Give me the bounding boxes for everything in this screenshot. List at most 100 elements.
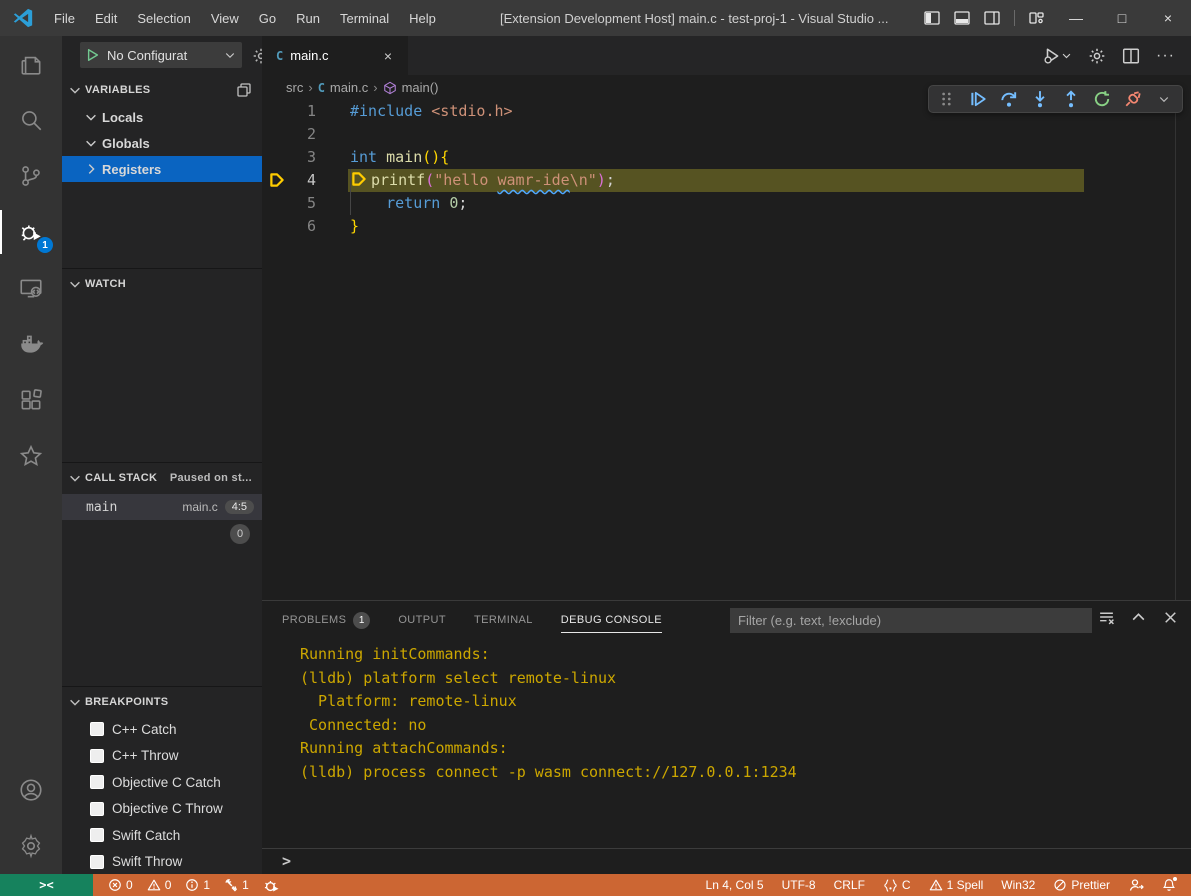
variables-row-globals[interactable]: Globals [62, 130, 262, 156]
toolbar-chevron[interactable] [1154, 89, 1174, 109]
breakpoint-row[interactable]: C++ Catch [62, 716, 262, 742]
menu-terminal[interactable]: Terminal [330, 0, 399, 36]
collapse-all-icon[interactable] [236, 82, 252, 98]
editor-scrollbar-border [1175, 100, 1176, 600]
minimize-button[interactable]: — [1053, 0, 1099, 36]
toggle-sidebar-icon[interactable] [924, 10, 940, 26]
status-item-prettier[interactable]: Prettier [1044, 874, 1119, 896]
breakpoint-row[interactable]: Objective C Catch [62, 769, 262, 795]
activity-run-debug-icon[interactable]: 1 [0, 204, 62, 260]
breakpoint-row[interactable]: Swift Throw [62, 849, 262, 875]
activity-accounts-icon[interactable] [0, 762, 62, 818]
breakpoint-checkbox[interactable] [90, 855, 104, 869]
activity-docker-icon[interactable] [0, 316, 62, 372]
status-item-debug-status-icon[interactable] [256, 874, 287, 896]
menu-selection[interactable]: Selection [127, 0, 200, 36]
tab-close-icon[interactable]: × [378, 46, 398, 66]
run-or-debug-button[interactable] [1043, 47, 1072, 65]
more-actions-icon[interactable]: ··· [1156, 47, 1175, 65]
launch-config-gear-icon[interactable] [252, 47, 262, 65]
call-stack-frame[interactable]: main main.c 4:5 [62, 494, 262, 520]
status-item-1-spell[interactable]: 1 Spell [920, 874, 993, 896]
status-item-ln-4-col-5[interactable]: Ln 4, Col 5 [697, 874, 773, 896]
step-over-button[interactable] [999, 89, 1019, 109]
window-title: [Extension Development Host] main.c - te… [500, 0, 888, 36]
chevron-down-icon [84, 110, 98, 124]
console-filter-input[interactable] [730, 608, 1092, 633]
activity-star-icon[interactable] [0, 428, 62, 484]
activity-settings-icon[interactable] [0, 818, 62, 874]
panel-tab-problems[interactable]: PROBLEMS1 [282, 601, 370, 639]
breakpoint-row[interactable]: C++ Throw [62, 743, 262, 769]
toggle-panel-icon[interactable] [954, 10, 970, 26]
step-out-button[interactable] [1061, 89, 1081, 109]
tab-main-c[interactable]: C main.c × [262, 36, 408, 75]
breakpoint-checkbox[interactable] [90, 775, 104, 789]
continue-button[interactable] [968, 89, 988, 109]
panel-tab-output[interactable]: OUTPUT [398, 601, 446, 639]
call-stack-header[interactable]: CALL STACK Paused on st... [62, 466, 262, 490]
variables-row-locals[interactable]: Locals [62, 104, 262, 130]
status-item-1[interactable]: 1 [217, 874, 256, 896]
menu-view[interactable]: View [201, 0, 249, 36]
activity-search-icon[interactable] [0, 92, 62, 148]
breakpoint-row[interactable]: Swift Catch [62, 822, 262, 848]
chevron-down-icon [84, 136, 98, 150]
customize-layout-icon[interactable] [1029, 10, 1045, 26]
menu-help[interactable]: Help [399, 0, 446, 36]
close-panel-icon[interactable] [1162, 609, 1179, 626]
activity-extensions-icon[interactable] [0, 372, 62, 428]
panel-tab-debug-console[interactable]: DEBUG CONSOLE [561, 601, 662, 639]
activity-source-control-icon[interactable] [0, 148, 62, 204]
status-item-win32[interactable]: Win32 [992, 874, 1044, 896]
start-debug-icon[interactable] [86, 48, 100, 62]
status-item-0[interactable]: 0 [101, 874, 140, 896]
breakpoint-checkbox[interactable] [90, 749, 104, 763]
debug-config-dropdown[interactable]: No Configurat [80, 42, 242, 68]
disconnect-button[interactable] [1123, 89, 1143, 109]
clear-console-icon[interactable] [1098, 609, 1115, 626]
close-button[interactable]: × [1145, 0, 1191, 36]
watch-header[interactable]: WATCH [62, 272, 262, 296]
menu-go[interactable]: Go [249, 0, 286, 36]
restart-button[interactable] [1092, 89, 1112, 109]
activity-explorer-icon[interactable] [0, 36, 62, 92]
breakpoint-checkbox[interactable] [90, 828, 104, 842]
menu-run[interactable]: Run [286, 0, 330, 36]
breakpoint-checkbox[interactable] [90, 802, 104, 816]
breadcrumb-item[interactable]: main.c [330, 80, 368, 95]
breadcrumb-item[interactable]: main() [402, 80, 439, 95]
tab-bar: C main.c × ··· [262, 36, 1191, 75]
maximize-button[interactable]: □ [1099, 0, 1145, 36]
code-editor[interactable]: 1#include <stdio.h>23int main(){4printf(… [262, 100, 1191, 600]
status-item-feedback-icon[interactable] [1119, 874, 1153, 896]
gear-icon[interactable] [1088, 47, 1106, 65]
variables-header[interactable]: VARIABLES [62, 78, 262, 102]
panel-tab-terminal[interactable]: TERMINAL [474, 601, 533, 639]
debug-console-output[interactable]: Running initCommands:(lldb) platform sel… [262, 643, 1191, 849]
step-into-button[interactable] [1030, 89, 1050, 109]
breakpoints-header[interactable]: BREAKPOINTS [62, 690, 262, 714]
status-item-1[interactable]: 1 [178, 874, 217, 896]
menu-edit[interactable]: Edit [85, 0, 127, 36]
menu-file[interactable]: File [44, 0, 85, 36]
variables-row-registers[interactable]: Registers [62, 156, 262, 182]
breakpoint-checkbox[interactable] [90, 722, 104, 736]
breakpoint-row[interactable]: Objective C Throw [62, 796, 262, 822]
toggle-secondary-sidebar-icon[interactable] [984, 10, 1000, 26]
status-item-crlf[interactable]: CRLF [825, 874, 874, 896]
activity-remote-explorer-icon[interactable] [0, 260, 62, 316]
maximize-panel-icon[interactable] [1130, 609, 1147, 626]
remote-indicator[interactable]: >< [0, 874, 93, 896]
status-item-utf-8[interactable]: UTF-8 [773, 874, 825, 896]
debug-console-input[interactable]: > [262, 848, 1191, 872]
debug-session-badge: 1 [37, 237, 53, 253]
drag-grip[interactable] [937, 89, 957, 109]
breadcrumb-item[interactable]: src [286, 80, 303, 95]
split-editor-icon[interactable] [1122, 47, 1140, 65]
status-item-bell-icon[interactable] [1153, 874, 1185, 896]
chevron-down-icon [68, 83, 82, 97]
status-item-c[interactable]: C [874, 874, 920, 896]
console-line: (lldb) process connect -p wasm connect:/… [262, 761, 1191, 785]
status-item-0[interactable]: 0 [140, 874, 179, 896]
